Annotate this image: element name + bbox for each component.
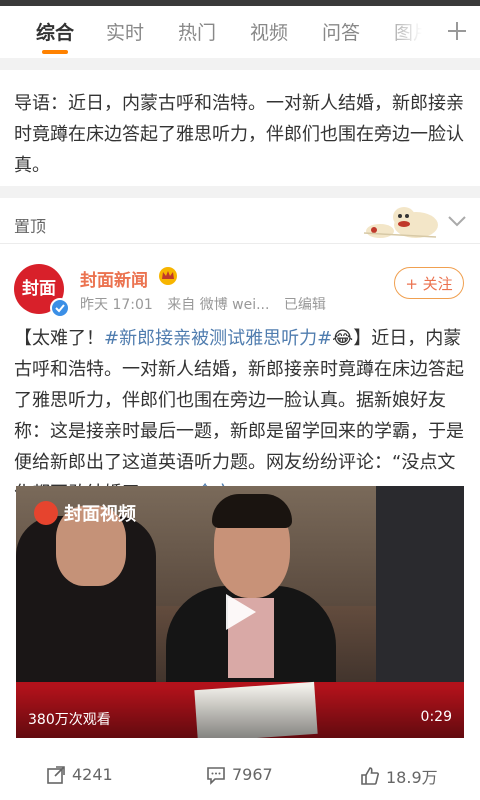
post-body: 【太难了！#新郎接亲被测试雅思听力#😂】近日，内蒙古呼和浩特。一对新人结婚，新郎…	[14, 323, 468, 509]
tab-realtime[interactable]: 实时	[106, 18, 144, 45]
pinned-label: 置顶	[14, 217, 47, 236]
comment-icon	[207, 766, 225, 785]
chevron-down-icon[interactable]	[447, 214, 467, 228]
crown-icon	[159, 267, 177, 285]
divider	[0, 243, 480, 244]
body-main: 】近日，内蒙古呼和浩特。一对新人结婚，新郎接亲时竟蹲在床边答起了雅思听力，伴郎们…	[14, 328, 464, 504]
video-player[interactable]: 封面视频 380万次观看 0:29	[16, 486, 464, 738]
edited-label: 已编辑	[283, 297, 326, 313]
video-frame-figure	[212, 494, 292, 528]
play-icon[interactable]	[224, 592, 258, 632]
emoji: 😂	[332, 328, 354, 349]
view-count: 380万次观看	[28, 712, 111, 728]
mascot-illustration	[363, 207, 438, 238]
post-time: 昨天 17:01	[80, 297, 153, 313]
like-icon	[361, 767, 379, 785]
video-logo-icon	[34, 501, 58, 525]
video-duration: 0:29	[420, 709, 452, 725]
search-tabs: 综合 实时 热门 视频 问答 图片	[0, 6, 480, 54]
repost-button[interactable]: 4241	[46, 764, 113, 788]
tab-comprehensive[interactable]: 综合	[36, 18, 74, 45]
verified-icon	[50, 298, 70, 318]
video-logo: 封面视频	[34, 500, 136, 525]
comment-count: 7967	[232, 765, 273, 784]
lead-text: 导语：近日，内蒙古呼和浩特。一对新人结婚，新郎接亲时竟蹲在床边答起了雅思听力，伴…	[14, 93, 464, 176]
active-tab-indicator	[42, 50, 68, 54]
author-name[interactable]: 封面新闻	[80, 266, 148, 291]
tab-video[interactable]: 视频	[250, 18, 288, 45]
comment-button[interactable]: 7967	[206, 764, 273, 788]
separator	[0, 186, 480, 198]
post-meta: 昨天 17:01 来自 微博 wei... 已编辑	[80, 294, 336, 314]
hashtag-link[interactable]: #新郎接亲被测试雅思听力#	[104, 328, 332, 349]
like-button[interactable]: 18.9万	[360, 764, 438, 788]
tab-qa[interactable]: 问答	[322, 18, 360, 45]
follow-button[interactable]: + 关注	[394, 267, 464, 299]
like-count: 18.9万	[386, 768, 438, 787]
repost-count: 4241	[72, 765, 113, 784]
post-source: 来自 微博 wei...	[167, 297, 270, 313]
separator	[0, 58, 480, 70]
plus-icon[interactable]	[446, 20, 468, 42]
video-logo-text: 封面视频	[64, 504, 136, 525]
repost-icon	[47, 765, 65, 784]
action-bar: 4241 7967 18.9万	[0, 758, 480, 794]
tab-fade	[380, 12, 440, 52]
body-prefix: 【太难了！	[14, 328, 104, 349]
tab-hot[interactable]: 热门	[178, 18, 216, 45]
